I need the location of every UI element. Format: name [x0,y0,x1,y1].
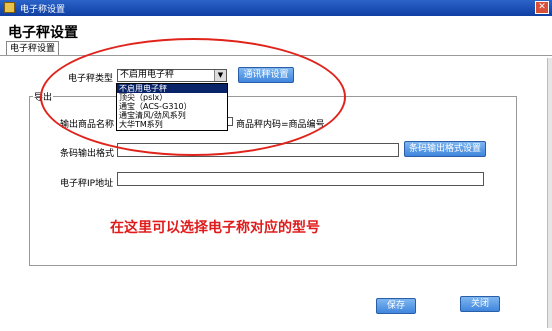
annotation-text: 在这里可以选择电子称对应的型号 [110,220,320,236]
scale-type-option[interactable]: 顶尖（pslx） [117,93,227,102]
scale-type-dropdown: 不启用电子秤 顶尖（pslx） 通宝（ACS-G310） 通宝清风/劲风系列 大… [116,83,228,131]
export-group-legend: 导出 [33,90,54,103]
plu-label: 商品秤内码=商品编号 [236,120,325,130]
barcode-format-label: 条码输出格式 [60,149,115,159]
scale-type-label: 电子秤类型 [68,74,114,84]
scale-type-select[interactable]: 不启用电子秤 ▼ [117,69,227,82]
tab-divider [0,55,552,56]
window-title: 电子称设置 [20,5,66,15]
save-button[interactable]: 保存 [376,298,416,314]
page-title: 电子秤设置 [8,25,78,41]
window-titlebar: 电子称设置 ✕ [0,0,552,16]
scale-type-option[interactable]: 通宝（ACS-G310） [117,102,227,111]
scale-type-option[interactable]: 大华TM系列 [117,120,227,129]
close-button[interactable]: 关闭 [460,296,500,312]
sync-scale-button[interactable]: 通讯秤设置 [238,67,294,83]
close-window-button[interactable]: ✕ [535,1,549,14]
chevron-down-icon[interactable]: ▼ [214,70,226,81]
app-icon [4,2,15,13]
scale-type-option[interactable]: 通宝清风/劲风系列 [117,111,227,120]
scale-ip-label: 电子秤IP地址 [60,179,114,189]
scale-type-option[interactable]: 不启用电子秤 [117,84,227,93]
tab-scale-settings[interactable]: 电子秤设置 [6,41,60,56]
scale-ip-input[interactable] [117,172,484,186]
barcode-format-input[interactable] [117,143,399,157]
barcode-format-button[interactable]: 条码输出格式设置 [404,141,486,157]
product-name-label: 输出商品名称 [60,120,115,130]
scale-type-value: 不启用电子秤 [120,70,175,80]
resize-grip[interactable] [547,58,552,328]
